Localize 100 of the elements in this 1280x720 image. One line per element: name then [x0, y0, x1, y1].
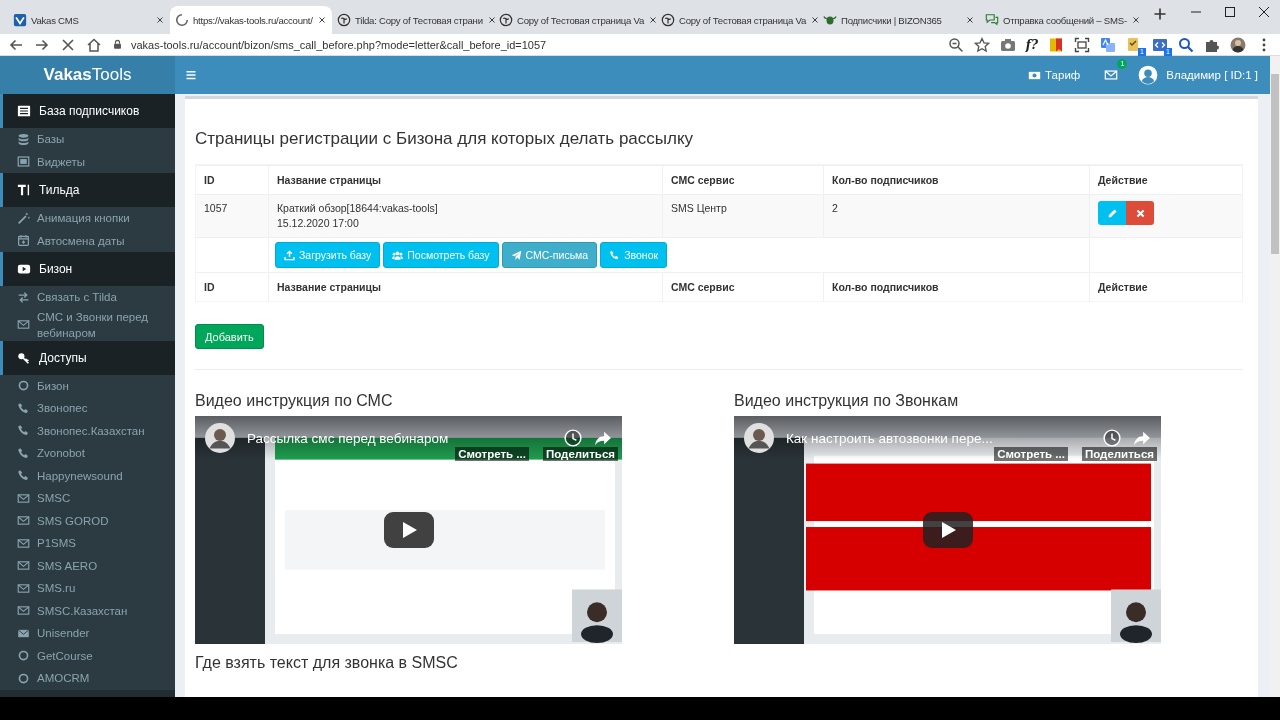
delete-button[interactable]: [1126, 201, 1154, 225]
circled-t-icon: [661, 13, 675, 27]
action-button[interactable]: СМС-письма: [501, 242, 598, 268]
sidebar-section[interactable]: База подписчиков: [0, 94, 175, 128]
section-heading: Видео инструкция по СМС: [195, 392, 394, 410]
extension-button[interactable]: [1178, 36, 1194, 53]
sidebar-item[interactable]: Базы: [0, 128, 175, 151]
sidebar-item[interactable]: SMSC.Казахстан: [0, 599, 175, 622]
channel-avatar[interactable]: [744, 423, 774, 453]
add-button[interactable]: Добавить: [195, 324, 264, 349]
share-arrow-icon[interactable]: [1133, 429, 1151, 447]
channel-avatar[interactable]: [205, 423, 235, 453]
watch-later-link[interactable]: Смотреть ...: [994, 447, 1068, 461]
column-footer: Название страницы: [269, 273, 663, 301]
sidebar-item[interactable]: Звонопес: [0, 397, 175, 420]
page-title: Страницы регистрации с Бизона для которых делать рассылку: [195, 129, 695, 149]
text-height-icon: [17, 183, 31, 197]
play-button[interactable]: [384, 512, 434, 548]
sidebar-item[interactable]: Zvonobot: [0, 442, 175, 465]
clock-icon[interactable]: [564, 429, 582, 447]
browser-tab[interactable]: Copy of Тестовая страница Va: [656, 6, 818, 34]
sidebar-item[interactable]: Связать с Tilda: [0, 286, 175, 309]
browser-tab[interactable]: Tilda: Copy of Тестовая страни: [332, 6, 494, 34]
close-icon[interactable]: [486, 15, 497, 25]
home-icon[interactable]: [86, 36, 102, 53]
list-icon: [17, 104, 31, 118]
section-heading: Где взять текст для звонка в SMSC: [195, 654, 459, 672]
close-icon[interactable]: [1256, 4, 1272, 20]
envelope-icon: [17, 318, 30, 331]
share-link[interactable]: Поделиться: [1081, 447, 1157, 461]
close-icon[interactable]: [1130, 15, 1141, 25]
sidebar-item[interactable]: Unisender: [0, 622, 175, 645]
close-icon[interactable]: [648, 15, 659, 25]
new-tab-icon[interactable]: [1152, 6, 1168, 22]
browser-tab[interactable]: Отправка сообщений – SMS-: [980, 6, 1142, 34]
sidebar-section[interactable]: Тильда: [0, 173, 175, 207]
column-footer: ID: [196, 273, 269, 301]
table-cell: 1057: [196, 195, 269, 237]
sidebar-item[interactable]: SMS GOROD: [0, 509, 175, 532]
sidebar-item[interactable]: Анимация кнопки: [0, 207, 175, 230]
sidebar-item[interactable]: GetCourse: [0, 644, 175, 667]
zoom-icon[interactable]: [947, 36, 964, 53]
magic-wand-icon: [17, 211, 30, 225]
close-icon[interactable]: [155, 15, 165, 25]
browser-tab[interactable]: Copy of Тестовая страница Va: [494, 6, 656, 34]
tariff-link[interactable]: Тариф: [1028, 68, 1081, 82]
sidebar-item[interactable]: AMOCRM: [0, 667, 175, 690]
extension-button[interactable]: f?: [1025, 37, 1038, 52]
logo[interactable]: VakasTools: [0, 56, 175, 94]
circled-t-icon: [337, 13, 351, 27]
sidebar-item[interactable]: P1SMS: [0, 532, 175, 555]
play-button[interactable]: [923, 512, 973, 548]
envelope-icon: [17, 581, 30, 595]
maximize-icon[interactable]: [1222, 4, 1238, 20]
sidebar-item[interactable]: Виджеты: [0, 150, 175, 173]
sidebar-item[interactable]: СМС и Звонки перед вебинаром: [0, 308, 175, 341]
table-cell: Краткий обзор[18644:vakas-tools] 15.12.2020 17:00: [269, 195, 663, 237]
phone-icon: [17, 401, 30, 415]
envelope-icon: [17, 559, 30, 573]
sidebar-item[interactable]: SMS AERO: [0, 554, 175, 577]
clock-icon[interactable]: [1103, 429, 1121, 447]
phone-icon: [609, 249, 621, 261]
pencil-icon: [1106, 207, 1118, 219]
scrollbar-thumb[interactable]: [1271, 74, 1279, 254]
database-icon: [17, 132, 30, 146]
close-icon[interactable]: [317, 15, 327, 25]
watch-later-link[interactable]: Смотреть ...: [455, 447, 529, 461]
close-icon[interactable]: [60, 36, 76, 53]
envelope-icon[interactable]: [1104, 68, 1119, 82]
user-menu[interactable]: Владимир [ ID:1 ]: [1138, 65, 1258, 85]
sidebar-item[interactable]: Happynewsound: [0, 464, 175, 487]
upload-icon: [284, 249, 295, 261]
phone-icon: [17, 424, 30, 438]
play-icon: [17, 262, 31, 276]
envelope-icon: [17, 491, 30, 505]
browser-tab[interactable]: Vakas CMS: [8, 6, 170, 34]
share-link[interactable]: Поделиться: [542, 447, 618, 461]
sidebar-item[interactable]: SMS.ru: [0, 577, 175, 600]
section-heading: Видео инструкция по Звонкам: [734, 392, 960, 410]
browser-tab[interactable]: https://vakas-tools.ru/account/: [170, 6, 332, 34]
envelope-icon: [17, 626, 30, 640]
paper-plane-icon: [510, 249, 522, 261]
share-arrow-icon[interactable]: [594, 429, 612, 447]
address-bar[interactable]: vakas-tools.ru/account/bizon/sms_call_before.php?mode=letter&call_before_id=1057: [112, 34, 938, 55]
star-icon[interactable]: [973, 36, 990, 53]
column-footer: СМС сервис: [663, 273, 824, 301]
sidebar-section[interactable]: Бизон: [0, 252, 175, 286]
sidebar-section[interactable]: Доступы: [0, 340, 175, 375]
sidebar-item[interactable]: Звонопес.Казахстан: [0, 419, 175, 442]
sidebar-item[interactable]: Бизон: [0, 374, 175, 397]
close-icon[interactable]: [965, 15, 975, 25]
sidebar-item[interactable]: SMSC: [0, 487, 175, 510]
envelope-icon: [17, 536, 30, 550]
sidebar-item[interactable]: Автосмена даты: [0, 229, 175, 252]
browser-tab[interactable]: Подписчики | BIZON365: [818, 6, 980, 34]
circled-t-icon: [499, 13, 513, 27]
close-icon[interactable]: [810, 15, 821, 25]
extension-button[interactable]: [1230, 36, 1246, 53]
user-avatar-icon: [1138, 65, 1159, 85]
extension-button[interactable]: [1074, 36, 1090, 53]
